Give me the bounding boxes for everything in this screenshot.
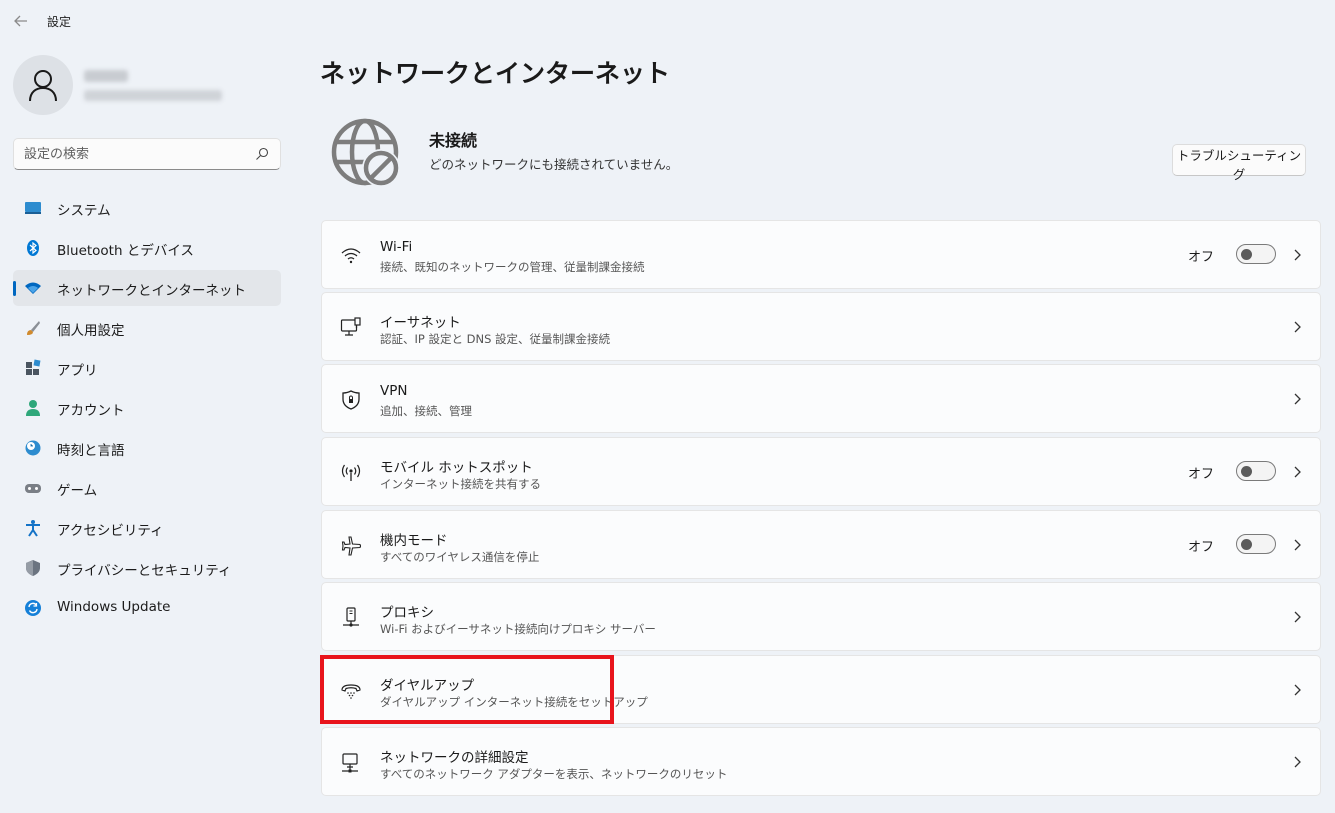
card-subtitle: インターネット接続を共有する: [380, 477, 541, 491]
sidebar-item-label: アクセシビリティ: [57, 523, 164, 539]
apps-icon: [26, 359, 41, 375]
sidebar-item-label: プライバシーとセキュリティ: [57, 563, 232, 579]
settings-search[interactable]: [13, 138, 281, 170]
advanced-network-icon: [342, 753, 358, 773]
sidebar-item-time-language[interactable]: 時刻と言語: [13, 430, 281, 466]
hotspot-toggle[interactable]: [1236, 461, 1276, 481]
sidebar-item-accessibility[interactable]: アクセシビリティ: [13, 510, 281, 546]
page-title: ネットワークとインターネット: [320, 59, 671, 88]
vpn-shield-icon: [342, 390, 360, 410]
title-bar: 設定: [0, 0, 1335, 40]
airplane-mode-toggle[interactable]: [1236, 534, 1276, 554]
sidebar-item-windows-update[interactable]: Windows Update: [13, 590, 281, 626]
sidebar-item-system[interactable]: システム: [13, 190, 281, 226]
card-wifi[interactable]: Wi-Fi 接続、既知のネットワークの管理、従量制課金接続 オフ: [321, 220, 1321, 289]
sidebar-item-label: ネットワークとインターネット: [57, 283, 246, 299]
connection-status-description: どのネットワークにも接続されていません。: [429, 157, 679, 172]
system-icon: [25, 202, 41, 214]
sidebar-item-network[interactable]: ネットワークとインターネット: [13, 270, 281, 306]
card-subtitle: Wi-Fi およびイーサネット接続向けプロキシ サーバー: [380, 622, 656, 636]
search-icon[interactable]: [255, 147, 269, 161]
globe-disconnected-icon: [331, 118, 400, 187]
card-title: ネットワークの詳細設定: [380, 750, 529, 766]
card-subtitle: すべてのワイヤレス通信を停止: [380, 550, 540, 564]
sidebar: システム Bluetooth とデバイス ネットワークとインターネット 個人用設…: [0, 40, 300, 813]
card-title: 機内モード: [380, 533, 448, 549]
sidebar-item-bluetooth[interactable]: Bluetooth とデバイス: [13, 230, 281, 266]
chevron-right-icon: [1294, 393, 1301, 405]
user-email-blurred: [84, 90, 222, 101]
sidebar-item-personalization[interactable]: 個人用設定: [13, 310, 281, 346]
sidebar-item-label: Bluetooth とデバイス: [57, 243, 194, 259]
accessibility-icon: [26, 520, 40, 537]
window-title: 設定: [47, 15, 72, 29]
toggle-state-label: オフ: [1187, 540, 1214, 555]
card-ethernet[interactable]: イーサネット 認証、IP 設定と DNS 設定、従量制課金接続: [321, 292, 1321, 361]
card-proxy[interactable]: プロキシ Wi-Fi およびイーサネット接続向けプロキシ サーバー: [321, 582, 1321, 651]
card-title: モバイル ホットスポット: [380, 460, 533, 476]
clock-globe-icon: [25, 440, 41, 456]
card-subtitle: 追加、接続、管理: [380, 404, 472, 418]
sidebar-item-apps[interactable]: アプリ: [13, 350, 281, 386]
card-subtitle: 認証、IP 設定と DNS 設定、従量制課金接続: [380, 332, 611, 346]
back-arrow-icon[interactable]: [12, 12, 30, 30]
chevron-right-icon: [1294, 684, 1301, 696]
user-icon: [29, 70, 57, 102]
toggle-state-label: オフ: [1187, 250, 1214, 265]
sidebar-item-label: Windows Update: [57, 599, 171, 615]
sidebar-item-accounts[interactable]: アカウント: [13, 390, 281, 426]
brush-icon: [27, 321, 40, 335]
card-advanced-network-settings[interactable]: ネットワークの詳細設定 すべてのネットワーク アダプターを表示、ネットワークのリ…: [321, 727, 1321, 796]
search-input[interactable]: [24, 144, 244, 164]
sidebar-item-label: システム: [57, 203, 111, 219]
sidebar-item-label: 個人用設定: [57, 323, 125, 339]
chevron-right-icon: [1294, 611, 1301, 623]
wifi-toggle[interactable]: [1236, 244, 1276, 264]
troubleshoot-button[interactable]: トラブルシューティング: [1172, 144, 1306, 182]
chevron-right-icon: [1294, 539, 1301, 551]
card-vpn[interactable]: VPN 追加、接続、管理: [321, 364, 1321, 433]
card-title: イーサネット: [380, 315, 461, 331]
sidebar-nav: システム Bluetooth とデバイス ネットワークとインターネット 個人用設…: [13, 190, 281, 630]
wifi-icon: [25, 282, 41, 294]
chevron-right-icon: [1294, 249, 1301, 261]
sidebar-item-gaming[interactable]: ゲーム: [13, 470, 281, 506]
update-icon: [25, 600, 41, 616]
ethernet-icon: [340, 317, 361, 336]
avatar[interactable]: [13, 55, 73, 115]
airplane-icon: [341, 536, 362, 556]
bluetooth-icon: [27, 240, 39, 256]
card-subtitle: 接続、既知のネットワークの管理、従量制課金接続: [380, 260, 645, 274]
card-title: VPN: [380, 383, 408, 399]
account-icon: [26, 400, 40, 416]
card-subtitle: すべてのネットワーク アダプターを表示、ネットワークのリセット: [380, 767, 728, 781]
toggle-state-label: オフ: [1187, 467, 1214, 482]
toggle-knob: [1241, 466, 1252, 477]
toggle-knob: [1241, 539, 1252, 550]
connection-status-title: 未接続: [429, 131, 478, 150]
chevron-right-icon: [1294, 321, 1301, 333]
card-title: プロキシ: [380, 605, 434, 621]
user-name-blurred: [84, 70, 128, 82]
shield-icon: [26, 560, 40, 576]
gamepad-icon: [25, 484, 41, 493]
card-title: Wi-Fi: [380, 239, 413, 255]
sidebar-item-label: ゲーム: [57, 483, 98, 499]
hotspot-icon: [341, 464, 361, 481]
toggle-knob: [1241, 249, 1252, 260]
chevron-right-icon: [1294, 466, 1301, 478]
proxy-icon: [343, 607, 359, 627]
wifi-icon: [341, 248, 361, 264]
sidebar-item-label: 時刻と言語: [57, 443, 125, 459]
card-airplane-mode[interactable]: 機内モード すべてのワイヤレス通信を停止 オフ: [321, 510, 1321, 579]
sidebar-item-privacy[interactable]: プライバシーとセキュリティ: [13, 550, 281, 586]
chevron-right-icon: [1294, 756, 1301, 768]
sidebar-item-label: アカウント: [57, 403, 125, 419]
sidebar-item-label: アプリ: [57, 363, 98, 379]
card-mobile-hotspot[interactable]: モバイル ホットスポット インターネット接続を共有する オフ: [321, 437, 1321, 506]
highlight-box: [320, 655, 614, 724]
